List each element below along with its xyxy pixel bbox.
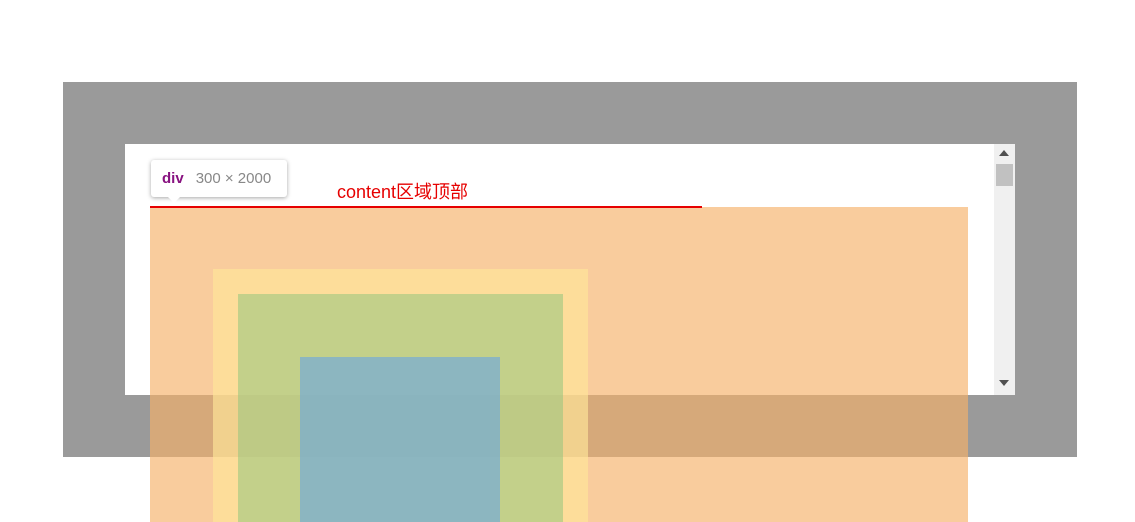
annotation-label: content区域顶部 xyxy=(337,182,469,202)
annotation-line xyxy=(150,206,702,208)
scrollbar-thumb[interactable] xyxy=(996,164,1013,186)
element-tooltip: div 300 × 2000 xyxy=(151,160,287,197)
highlight-content-box xyxy=(300,357,500,522)
tooltip-tag-name: div xyxy=(162,170,184,187)
scroll-up-icon[interactable] xyxy=(999,150,1009,156)
tooltip-arrow xyxy=(167,196,181,203)
tooltip-dimensions: 300 × 2000 xyxy=(195,170,272,187)
scroll-down-icon[interactable] xyxy=(999,380,1009,386)
